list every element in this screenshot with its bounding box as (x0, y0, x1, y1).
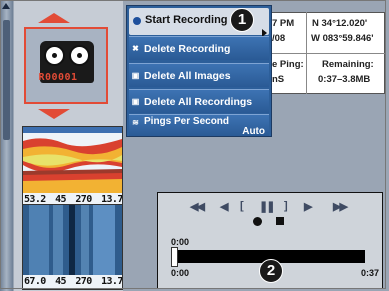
record-dot-icon (133, 17, 141, 25)
range-readout: 45 (55, 276, 66, 287)
progress-slider-handle[interactable] (171, 247, 178, 267)
pings-per-second-menu-item[interactable]: ≋ Pings Per Second Auto (129, 114, 269, 137)
callout-two: 2 (259, 259, 283, 283)
menu-item-label: Delete All Recordings (144, 96, 253, 108)
delete-all-images-menu-item[interactable]: ▣ Delete All Images (129, 63, 269, 87)
scroll-up-icon[interactable] (2, 3, 10, 9)
end-time: 0:37 (361, 268, 380, 278)
recording-thumbnail[interactable]: R00001 (24, 27, 108, 104)
side-imaging-image (23, 205, 122, 275)
side-imaging-thumbnail[interactable]: 67.0 45 270 13.7 (22, 204, 123, 290)
delete-all-recordings-menu-item[interactable]: ▣ Delete All Recordings (129, 89, 269, 113)
rewind-button[interactable]: ◀◀ (190, 200, 205, 213)
heading-readout: 270 (75, 276, 92, 287)
ping-value: nS (272, 74, 285, 85)
images-icon: ▣ (131, 71, 140, 80)
frame-back-button[interactable]: [ (240, 200, 243, 212)
record-button[interactable] (253, 217, 262, 226)
play-button[interactable]: ▶ (304, 200, 313, 213)
frame-forward-button[interactable]: ] (284, 200, 287, 212)
vertical-scrollbar[interactable] (0, 0, 13, 291)
date-value: /08 (272, 33, 286, 44)
remaining-value: 0:37–3.8MB (318, 74, 371, 85)
time-value: 7 PM (272, 18, 295, 29)
sonar-2d-image (23, 127, 122, 193)
delete-icon: ✖ (132, 44, 139, 53)
longitude-value: W 083°59.846' (311, 33, 374, 44)
pause-button[interactable]: ❚❚ (259, 200, 276, 213)
latitude-value: N 34°12.020' (312, 18, 368, 29)
recordings-icon: ▣ (131, 97, 140, 106)
pings-icon: ≋ (132, 118, 139, 127)
menu-item-label: Delete All Images (144, 70, 231, 82)
ping-label: e Ping: (272, 59, 304, 70)
menu-item-label: Start Recording (145, 14, 228, 26)
fast-forward-button[interactable]: ▶▶ (333, 200, 348, 213)
menu-item-label: Delete Recording (144, 43, 231, 55)
stop-button[interactable] (276, 217, 284, 225)
thumbnail-up-arrow-icon[interactable] (38, 13, 70, 23)
playback-panel: ◀◀ ◀ [ ❚❚ ] ▶ ▶▶ 0:00 0:00 0:37 2 (157, 192, 383, 289)
step-back-button[interactable]: ◀ (220, 200, 229, 213)
callout-one: 1 (230, 8, 254, 32)
speed-readout: 13.7 (101, 276, 123, 287)
pings-per-second-value: Auto (242, 126, 265, 137)
screen: R00001 53.2 45 270 13.7 67.0 45 270 13.7… (0, 0, 389, 291)
sonar-image-thumbnail[interactable]: 53.2 45 270 13.7 (22, 126, 123, 208)
depth-readout: 67.0 (24, 276, 46, 287)
thumbnail-column: R00001 53.2 45 270 13.7 67.0 45 270 13.7 (14, 0, 123, 291)
thumbnail-down-arrow-icon[interactable] (38, 109, 70, 119)
sonar-readout: 67.0 45 270 13.7 (23, 275, 123, 289)
remaining-label: Remaining: (322, 59, 374, 70)
recording-counter: R00001 (38, 72, 78, 83)
start-time: 0:00 (171, 268, 190, 278)
delete-recording-menu-item[interactable]: ✖ Delete Recording (129, 36, 269, 60)
menu-item-label: Pings Per Second (144, 116, 230, 127)
current-time: 0:00 (171, 237, 190, 247)
scrollbar-thumb[interactable] (3, 20, 10, 140)
left-reel-icon (44, 45, 65, 66)
right-reel-icon (69, 45, 90, 66)
